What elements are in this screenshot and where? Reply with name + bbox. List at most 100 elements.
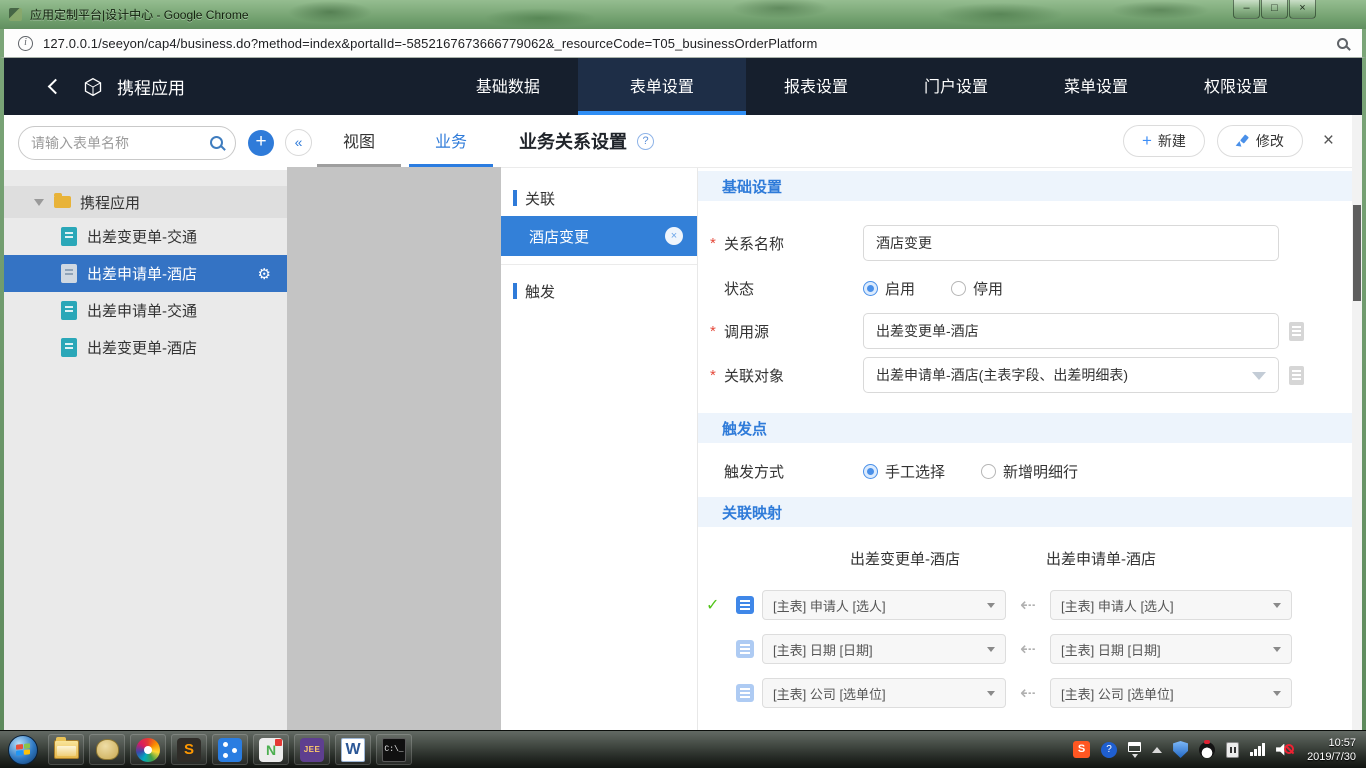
tab-business[interactable]: 业务: [409, 115, 494, 167]
radio-label: 停用: [973, 280, 1004, 298]
maximize-button[interactable]: □: [1261, 0, 1288, 19]
document-icon[interactable]: [1289, 321, 1304, 341]
taskbar-clock[interactable]: 10:57 2019/7/30: [1307, 736, 1356, 764]
start-button[interactable]: [8, 734, 38, 765]
tree-item-apply-hotel[interactable]: 出差申请单-酒店 ⚙: [4, 255, 287, 292]
relation-target-select[interactable]: 出差申请单-酒店(主表字段、出差明细表): [863, 357, 1279, 393]
new-button-label: 新建: [1157, 133, 1186, 149]
plus-icon: +: [1141, 131, 1152, 150]
window-caption-buttons: – □ ×: [1232, 0, 1316, 19]
call-source-input[interactable]: 出差变更单-酒店: [863, 313, 1279, 349]
tree-item-apply-traffic[interactable]: 出差申请单-交通: [4, 292, 287, 329]
share-tool-taskbar-button[interactable]: [212, 734, 248, 765]
tree-item-change-traffic[interactable]: 出差变更单-交通: [4, 218, 287, 255]
mapping-left-select[interactable]: [主表] 申请人 [选人]: [762, 590, 1006, 620]
tree-folder-row[interactable]: 携程应用: [4, 186, 287, 218]
nav-tab-report-settings[interactable]: 报表设置: [746, 58, 886, 115]
gear-icon[interactable]: ⚙: [258, 265, 271, 283]
tree-item-change-hotel[interactable]: 出差变更单-酒店: [4, 329, 287, 366]
radio-label: 启用: [885, 280, 916, 298]
mapping-left-select[interactable]: [主表] 日期 [日期]: [762, 634, 1006, 664]
clock-date: 2019/7/30: [1307, 750, 1356, 763]
browser-taskbar-button[interactable]: [130, 734, 166, 765]
explorer-taskbar-button[interactable]: [48, 734, 84, 765]
window-titlebar[interactable]: 应用定制平台|设计中心 - Google Chrome – □ ×: [0, 0, 1366, 29]
caret-down-icon[interactable]: [34, 198, 44, 206]
radio-on-icon[interactable]: [863, 463, 878, 479]
field-label: 触发方式: [724, 463, 785, 481]
remove-relation-icon[interactable]: ×: [665, 227, 683, 245]
nav-tab-form-settings[interactable]: 表单设置: [577, 58, 746, 115]
field-relation-name: * 关系名称 酒店变更: [698, 225, 1352, 261]
scrollbar-thumb[interactable]: [1353, 205, 1361, 301]
tab-view[interactable]: 视图: [317, 115, 402, 167]
panel-header: 业务关系设置 ? + 新建 修改 ×: [501, 115, 1352, 168]
window-title: 应用定制平台|设计中心 - Google Chrome: [30, 8, 249, 22]
sublime-taskbar-button[interactable]: S: [171, 734, 207, 765]
search-input[interactable]: 请输入表单名称: [18, 125, 236, 160]
close-window-button[interactable]: ×: [1289, 0, 1316, 19]
sogou-tray-icon[interactable]: S: [1073, 741, 1091, 758]
form-doc-icon: [61, 338, 77, 357]
document-icon[interactable]: [1289, 365, 1304, 385]
app-name: 携程应用: [117, 79, 185, 98]
add-form-button[interactable]: +: [248, 129, 274, 156]
share-icon: [218, 737, 242, 762]
help-icon[interactable]: ?: [637, 132, 654, 150]
form-list-sidebar: 请输入表单名称 + 携程应用 出差变更单-交通 出差申请单-酒店 ⚙ 出差申请单…: [4, 115, 287, 730]
radio-on-icon[interactable]: [863, 280, 878, 296]
back-icon[interactable]: [47, 78, 64, 95]
app-cube-icon[interactable]: [83, 77, 103, 97]
word-taskbar-button[interactable]: W: [335, 734, 371, 765]
radio-enable[interactable]: 启用: [863, 278, 915, 299]
field-label: 调用源: [724, 323, 770, 341]
network-signal-icon[interactable]: [1250, 743, 1266, 756]
browser-zoom-icon[interactable]: [1337, 37, 1348, 49]
mapping-right-select[interactable]: [主表] 日期 [日期]: [1050, 634, 1292, 664]
sidebar-collapse-button[interactable]: «: [285, 129, 312, 156]
subnav-item-hotel-change[interactable]: 酒店变更 ×: [501, 216, 697, 256]
page-info-icon[interactable]: i: [18, 35, 33, 51]
edit-button[interactable]: 修改: [1216, 125, 1303, 157]
divider: [501, 264, 697, 265]
scrollbar[interactable]: [1352, 115, 1362, 730]
browser-address-bar[interactable]: i 127.0.0.1/seeyon/cap4/business.do?meth…: [0, 29, 1366, 58]
subnav-group-association[interactable]: 关联: [501, 180, 697, 216]
radio-new-detail-row[interactable]: 新增明细行: [981, 461, 1078, 482]
mapping-right-select[interactable]: [主表] 申请人 [选人]: [1050, 590, 1292, 620]
required-icon: *: [710, 366, 716, 384]
nav-tab-basic-data[interactable]: 基础数据: [438, 58, 578, 115]
qq-tray-icon[interactable]: [1199, 739, 1216, 758]
url-text[interactable]: 127.0.0.1/seeyon/cap4/business.do?method…: [43, 36, 817, 51]
minimize-button[interactable]: –: [1233, 0, 1260, 19]
new-button[interactable]: + 新建: [1122, 125, 1205, 157]
navicat-taskbar-button[interactable]: [89, 734, 125, 765]
mapping-left-header: 出差变更单-酒店: [850, 551, 960, 568]
nav-tab-portal-settings[interactable]: 门户设置: [886, 58, 1026, 115]
security-shield-icon[interactable]: [1173, 741, 1189, 758]
help-tray-icon[interactable]: ?: [1101, 741, 1118, 758]
search-icon[interactable]: [210, 136, 223, 149]
radio-disable[interactable]: 停用: [951, 278, 1003, 299]
mapping-left-select[interactable]: [主表] 公司 [选单位]: [762, 678, 1006, 708]
panel-close-icon[interactable]: ×: [1323, 130, 1334, 152]
taskbar-icons: S N JEE W C:\_: [48, 734, 412, 765]
subnav-group-trigger[interactable]: 触发: [501, 273, 697, 309]
notepadpp-taskbar-button[interactable]: N: [253, 734, 289, 765]
radio-off-icon[interactable]: [951, 280, 967, 296]
javaee-ide-taskbar-button[interactable]: JEE: [294, 734, 330, 765]
show-hidden-icons-button[interactable]: [1152, 746, 1163, 753]
cmd-taskbar-button[interactable]: C:\_: [376, 734, 412, 765]
nav-tab-permission-settings[interactable]: 权限设置: [1166, 58, 1306, 115]
notepadpp-icon: N: [259, 737, 283, 762]
window-switch-tray-icon[interactable]: [1128, 741, 1142, 758]
mapping-right-select[interactable]: [主表] 公司 [选单位]: [1050, 678, 1292, 708]
radio-off-icon[interactable]: [981, 463, 997, 479]
field-label: 状态: [724, 280, 755, 298]
blue-bar-icon: [513, 283, 517, 299]
plugin-tray-icon[interactable]: [1226, 741, 1240, 758]
nav-tab-menu-settings[interactable]: 菜单设置: [1026, 58, 1166, 115]
volume-muted-icon[interactable]: [1276, 742, 1295, 758]
relation-name-input[interactable]: 酒店变更: [863, 225, 1279, 261]
radio-manual-select[interactable]: 手工选择: [863, 461, 945, 482]
